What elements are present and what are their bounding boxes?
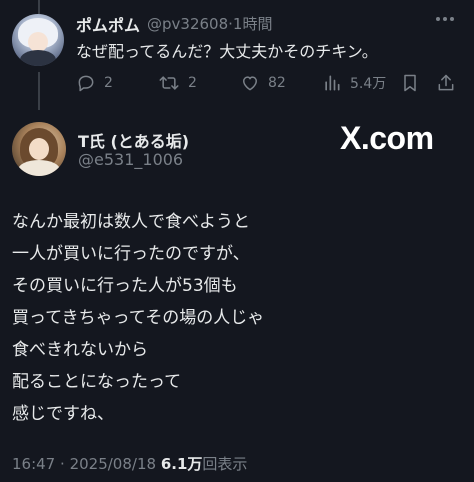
separator: ·: [60, 455, 65, 473]
tweet-line: 食べきれないから: [12, 340, 148, 360]
thread-line-bottom: [38, 72, 40, 110]
display-name[interactable]: T氏 (とある垢): [78, 128, 189, 152]
tweet-line: なんか最初は数人で食べようと: [12, 212, 250, 232]
handle[interactable]: @pv32608: [147, 15, 228, 33]
like-button[interactable]: 82: [240, 72, 286, 94]
tweet-date[interactable]: 2025/08/18: [70, 455, 156, 473]
watermark-logo: X.com: [340, 120, 434, 156]
reply-button[interactable]: 2: [76, 72, 113, 94]
more-icon[interactable]: [436, 16, 454, 22]
views-number: 6.1万: [160, 455, 203, 473]
tweet-time[interactable]: 16:47: [12, 455, 55, 473]
like-count: 82: [268, 75, 286, 91]
tweet-body: なんか最初は数人で食べようと 一人が買いに行ったのですが、 その買いに行った人が…: [12, 206, 264, 430]
bookmark-icon: [404, 74, 416, 92]
share-button[interactable]: [436, 72, 456, 94]
heart-icon: [243, 76, 257, 91]
tweet-line: 配ることになったって: [12, 372, 182, 392]
avatar[interactable]: [12, 14, 64, 66]
views-label: 回表示: [202, 455, 248, 473]
handle[interactable]: @e531_1006: [78, 150, 183, 169]
tweet-line: 買ってきちゃってその場の人じゃ: [12, 308, 265, 328]
retweet-icon: [159, 76, 179, 90]
bar-chart-icon: [325, 75, 340, 91]
timestamp[interactable]: 1時間: [233, 15, 273, 33]
tweet-footer: 16:47 · 2025/08/18 6.1万回表示: [12, 453, 247, 474]
tweet-line: その買いに行った人が53個も: [12, 276, 238, 296]
share-icon: [438, 74, 454, 91]
tweet-meta: @pv32608·1時間: [147, 13, 272, 34]
views-count: 5.4万: [350, 76, 387, 92]
reply-icon: [78, 75, 94, 92]
display-name[interactable]: ポムポム: [76, 12, 140, 36]
retweet-button[interactable]: 2: [158, 72, 197, 94]
thread-line-top: [38, 0, 40, 14]
tweet-line: 感じですね、: [12, 404, 114, 424]
tweet-line: 一人が買いに行ったのですが、: [12, 244, 250, 264]
views-button[interactable]: 5.4万: [322, 72, 386, 94]
reply-count: 2: [104, 75, 113, 91]
tweet-text: なぜ配ってるんだ？大丈夫かそのチキン。: [76, 42, 378, 61]
bookmark-button[interactable]: [400, 72, 420, 94]
retweet-count: 2: [188, 75, 197, 91]
avatar[interactable]: [12, 122, 66, 176]
